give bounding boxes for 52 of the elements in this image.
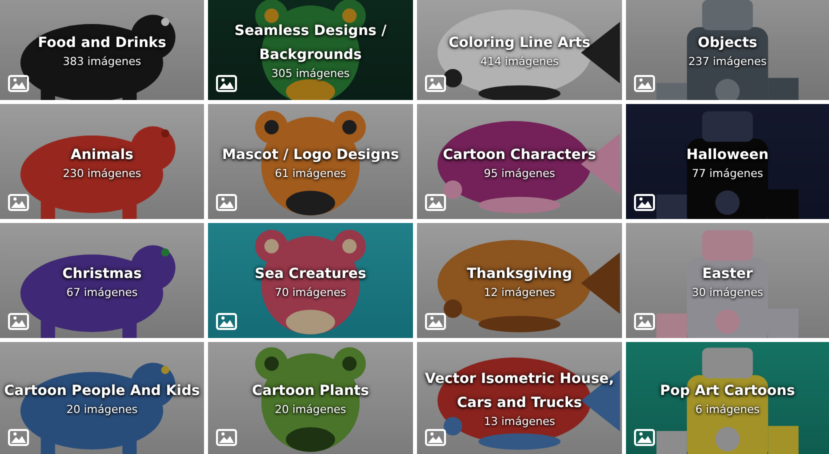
image-icon: [634, 194, 655, 211]
image-icon: [216, 313, 237, 330]
image-icon: [425, 313, 446, 330]
image-count: 414 imágenes: [480, 55, 559, 69]
category-card[interactable]: Thanksgiving 12 imágenes: [417, 223, 622, 338]
image-count: 6 imágenes: [695, 403, 760, 417]
category-card[interactable]: Christmas 67 imágenes: [0, 223, 204, 338]
image-icon: [425, 429, 446, 446]
image-icon: [216, 75, 237, 92]
category-title: Coloring Line Arts: [448, 34, 590, 53]
image-icon: [634, 429, 655, 446]
category-card[interactable]: Food and Drinks 383 imágenes: [0, 0, 204, 100]
category-title: Thanksgiving: [466, 264, 572, 284]
image-count: 230 imágenes: [62, 166, 142, 180]
image-icon: [8, 194, 29, 211]
image-count: 305 imágenes: [271, 67, 350, 81]
category-card[interactable]: Halloween 77 imágenes: [626, 104, 829, 219]
category-card[interactable]: Animals 230 imágenes: [0, 104, 204, 219]
category-title: Objects: [698, 34, 758, 53]
image-count: 20 imágenes: [274, 403, 346, 417]
category-title: Food and Drinks: [38, 34, 166, 53]
image-count: 67 imágenes: [66, 286, 138, 300]
category-title: Easter: [702, 264, 753, 284]
image-count: 61 imágenes: [274, 166, 346, 180]
image-icon: [425, 194, 446, 211]
image-icon: [634, 313, 655, 330]
image-icon: [8, 75, 29, 92]
image-count: 70 imágenes: [274, 286, 346, 300]
category-card[interactable]: Cartoon Plants 20 imágenes: [208, 342, 413, 454]
image-icon: [216, 194, 237, 211]
category-title: Cartoon Plants: [252, 382, 369, 401]
category-title: Christmas: [62, 264, 142, 284]
category-title: Seamless Designs / Backgrounds: [234, 22, 386, 65]
image-count: 383 imágenes: [62, 55, 142, 69]
image-icon: [8, 429, 29, 446]
image-icon: [425, 75, 446, 92]
image-count: 13 imágenes: [484, 415, 556, 429]
category-card[interactable]: Cartoon Characters 95 imágenes: [417, 104, 622, 219]
image-count: 20 imágenes: [66, 403, 138, 417]
image-icon: [216, 429, 237, 446]
category-card[interactable]: Objects 237 imágenes: [626, 0, 829, 100]
category-title: Halloween: [686, 146, 769, 164]
category-title: Animals: [70, 146, 134, 164]
image-count: 237 imágenes: [688, 55, 767, 69]
image-count: 95 imágenes: [484, 166, 556, 180]
category-title: Cartoon Characters: [442, 146, 596, 164]
image-icon: [8, 313, 29, 330]
image-icon: [634, 75, 655, 92]
image-count: 30 imágenes: [692, 286, 764, 300]
image-count: 77 imágenes: [692, 166, 764, 180]
category-card[interactable]: Seamless Designs / Backgrounds 305 imágenes: [208, 0, 413, 100]
image-count: 12 imágenes: [484, 286, 556, 300]
